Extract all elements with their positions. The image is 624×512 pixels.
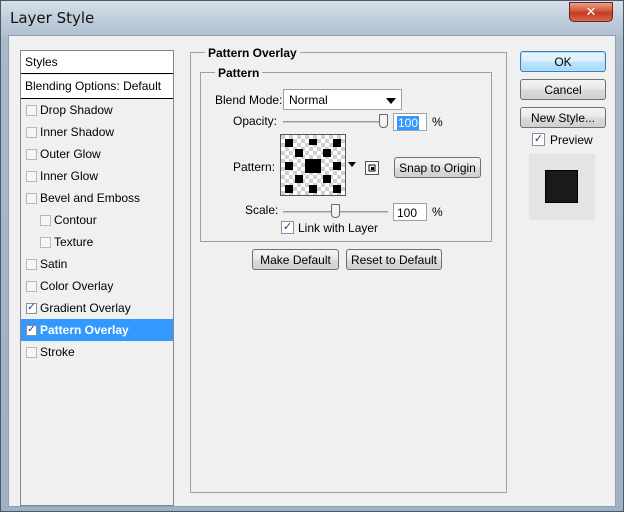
pattern-label: Pattern: <box>233 160 276 174</box>
scale-input[interactable]: 100 <box>393 203 427 221</box>
pattern-group-title: Pattern <box>215 66 263 80</box>
style-item-label: Drop Shadow <box>40 103 113 117</box>
checkmark-icon: ✓ <box>533 133 544 145</box>
style-item-label: Pattern Overlay <box>40 323 129 337</box>
style-checkbox[interactable] <box>40 236 51 248</box>
style-item-label: Texture <box>54 235 94 249</box>
style-item-stroke[interactable]: Stroke <box>21 341 173 363</box>
opacity-unit: % <box>432 115 443 129</box>
close-button[interactable]: ✕ <box>569 2 613 22</box>
style-checkbox[interactable] <box>26 104 37 116</box>
style-item-gradient-overlay[interactable]: ✓ Gradient Overlay <box>21 297 173 319</box>
new-style-label: New Style... <box>530 110 596 125</box>
make-default-button[interactable]: Make Default <box>252 249 339 270</box>
style-checkbox[interactable]: ✓ <box>26 324 37 336</box>
pattern-picker-arrow-icon[interactable] <box>348 162 356 167</box>
chevron-down-icon <box>386 98 396 104</box>
style-item-bevel-and-emboss[interactable]: Bevel and Emboss <box>21 187 173 209</box>
style-items: Drop Shadow Inner Shadow Outer Glow Inner G… <box>21 99 173 363</box>
style-item-label: Contour <box>54 213 97 227</box>
style-item-color-overlay[interactable]: Color Overlay <box>21 275 173 297</box>
style-checkbox[interactable] <box>40 214 51 226</box>
opacity-input[interactable]: 100 <box>393 113 427 131</box>
styles-header-label: Styles <box>25 55 58 69</box>
style-item-label: Color Overlay <box>40 279 114 293</box>
window-title: Layer Style <box>10 9 95 27</box>
opacity-slider-track[interactable] <box>283 121 388 123</box>
blending-options-label: Blending Options: Default <box>25 79 162 93</box>
style-item-label: Stroke <box>40 345 75 359</box>
scale-label: Scale: <box>245 203 279 217</box>
style-item-drop-shadow[interactable]: Drop Shadow <box>21 99 173 121</box>
style-checkbox[interactable] <box>26 258 37 270</box>
snap-to-origin-label: Snap to Origin <box>399 160 476 175</box>
style-item-label: Bevel and Emboss <box>40 191 141 205</box>
make-default-label: Make Default <box>260 252 331 267</box>
styles-list: Styles Blending Options: Default Drop Sh… <box>20 50 174 506</box>
ok-button[interactable]: OK <box>520 51 606 72</box>
preview-swatch <box>545 170 578 203</box>
pattern-preview-graphic <box>281 135 345 195</box>
layer-style-dialog: Layer Style ✕ Styles Blending Options: D… <box>0 0 624 512</box>
checkmark-icon: ✓ <box>282 221 293 233</box>
scale-slider-thumb[interactable] <box>331 204 340 218</box>
blend-mode-value: Normal <box>289 93 328 107</box>
preview-label: Preview <box>550 133 593 147</box>
panel-title: Pattern Overlay <box>205 46 300 60</box>
blending-options-item[interactable]: Blending Options: Default <box>21 75 173 99</box>
style-checkbox[interactable]: ✓ <box>26 302 37 314</box>
style-preview <box>529 154 595 220</box>
dialog-client-area: Styles Blending Options: Default Drop Sh… <box>8 35 616 507</box>
cancel-label: Cancel <box>544 82 582 97</box>
style-item-inner-shadow[interactable]: Inner Shadow <box>21 121 173 143</box>
style-item-inner-glow[interactable]: Inner Glow <box>21 165 173 187</box>
preview-checkbox[interactable]: ✓ <box>532 133 545 146</box>
new-preset-icon[interactable] <box>365 161 379 175</box>
link-with-layer-checkbox[interactable]: ✓ <box>281 221 294 234</box>
cancel-button[interactable]: Cancel <box>520 79 606 100</box>
scale-value: 100 <box>397 206 418 220</box>
scale-unit: % <box>432 205 443 219</box>
style-checkbox[interactable] <box>26 148 37 160</box>
opacity-slider-thumb[interactable] <box>379 114 388 128</box>
style-item-label: Outer Glow <box>40 147 101 161</box>
opacity-label: Opacity: <box>233 114 278 128</box>
close-icon: ✕ <box>585 4 597 20</box>
blend-mode-label: Blend Mode: <box>215 93 283 107</box>
title-bar[interactable]: Layer Style ✕ <box>1 1 623 37</box>
reset-to-default-button[interactable]: Reset to Default <box>346 249 442 270</box>
styles-header[interactable]: Styles <box>21 51 173 74</box>
pattern-swatch[interactable] <box>280 134 346 196</box>
style-item-pattern-overlay[interactable]: ✓ Pattern Overlay <box>21 319 173 341</box>
ok-label: OK <box>554 54 572 69</box>
style-item-label: Satin <box>40 257 68 271</box>
opacity-value: 100 <box>397 116 420 130</box>
style-checkbox[interactable] <box>26 170 37 182</box>
style-checkbox[interactable] <box>26 280 37 292</box>
snap-to-origin-button[interactable]: Snap to Origin <box>394 157 481 178</box>
style-item-satin[interactable]: Satin <box>21 253 173 275</box>
style-item-label: Inner Glow <box>40 169 99 183</box>
blend-mode-select[interactable]: Normal <box>283 89 402 110</box>
style-item-outer-glow[interactable]: Outer Glow <box>21 143 173 165</box>
style-checkbox[interactable] <box>26 346 37 358</box>
style-checkbox[interactable] <box>26 126 37 138</box>
style-item-label: Gradient Overlay <box>40 301 131 315</box>
style-checkbox[interactable] <box>26 192 37 204</box>
style-item-label: Inner Shadow <box>40 125 115 139</box>
link-with-layer-label: Link with Layer <box>298 221 379 235</box>
reset-to-default-label: Reset to Default <box>350 252 438 267</box>
style-item-contour[interactable]: Contour <box>21 209 173 231</box>
new-style-button[interactable]: New Style... <box>520 107 606 128</box>
style-item-texture[interactable]: Texture <box>21 231 173 253</box>
